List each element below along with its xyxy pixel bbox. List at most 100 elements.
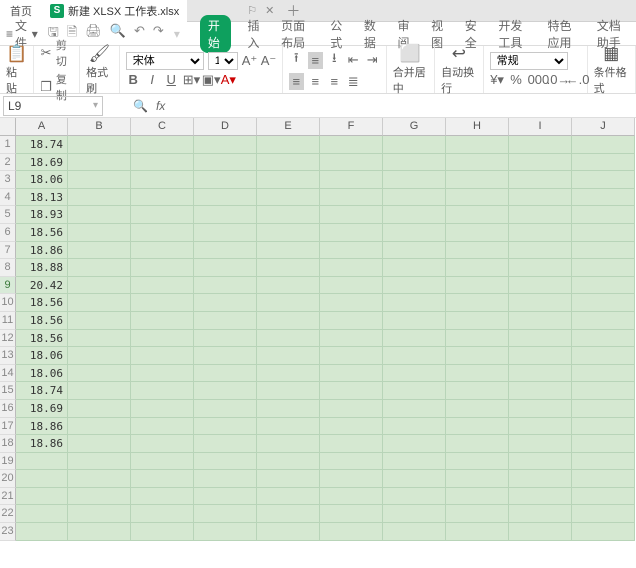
cell[interactable] (320, 224, 383, 242)
cell[interactable] (68, 224, 131, 242)
align-middle-icon[interactable]: ≡ (308, 52, 323, 69)
cell[interactable] (257, 400, 320, 418)
cell[interactable] (572, 347, 635, 365)
cell[interactable] (383, 259, 446, 277)
cell[interactable] (383, 277, 446, 295)
row-header[interactable]: 20 (0, 470, 16, 488)
col-header[interactable]: J (572, 118, 635, 136)
cell[interactable] (572, 382, 635, 400)
cell[interactable] (68, 171, 131, 189)
row-header[interactable]: 16 (0, 400, 16, 418)
cell[interactable] (131, 259, 194, 277)
cell[interactable]: 18.86 (16, 435, 68, 453)
cell[interactable] (68, 470, 131, 488)
cell[interactable] (131, 242, 194, 260)
cell[interactable] (320, 523, 383, 541)
cell[interactable] (257, 224, 320, 242)
cell[interactable] (509, 189, 572, 207)
align-right-icon[interactable]: ≡ (327, 74, 342, 89)
cell[interactable] (383, 488, 446, 506)
cell[interactable] (68, 453, 131, 471)
row-header[interactable]: 7 (0, 242, 16, 260)
cell[interactable] (68, 488, 131, 506)
cell[interactable] (68, 277, 131, 295)
cell[interactable]: 18.74 (16, 382, 68, 400)
cell[interactable] (194, 242, 257, 260)
cell[interactable] (68, 365, 131, 383)
cell[interactable] (572, 435, 635, 453)
cell[interactable] (257, 136, 320, 154)
cell[interactable] (68, 435, 131, 453)
cell[interactable] (572, 453, 635, 471)
cell[interactable] (131, 154, 194, 172)
cell[interactable] (572, 242, 635, 260)
cell[interactable] (131, 294, 194, 312)
cell[interactable] (509, 224, 572, 242)
cell[interactable] (383, 330, 446, 348)
cell[interactable] (131, 312, 194, 330)
decrease-indent-icon[interactable]: ⇤ (346, 52, 361, 68)
cell[interactable] (320, 470, 383, 488)
cell[interactable] (446, 330, 509, 348)
cell[interactable] (572, 470, 635, 488)
cell[interactable] (194, 365, 257, 383)
cell[interactable] (572, 136, 635, 154)
cell[interactable] (320, 154, 383, 172)
print-preview-icon[interactable]: 🔍 (110, 23, 126, 45)
cell[interactable] (194, 136, 257, 154)
print-icon[interactable]: 🖨 (85, 23, 102, 45)
cell[interactable] (572, 224, 635, 242)
cell[interactable] (383, 382, 446, 400)
cell[interactable] (446, 347, 509, 365)
cell[interactable] (257, 171, 320, 189)
cell[interactable] (194, 206, 257, 224)
cell[interactable] (320, 330, 383, 348)
cell[interactable] (257, 294, 320, 312)
cell[interactable] (131, 505, 194, 523)
cell[interactable] (383, 154, 446, 172)
cell[interactable] (446, 154, 509, 172)
cell[interactable] (446, 259, 509, 277)
cell[interactable] (509, 470, 572, 488)
cell[interactable] (509, 505, 572, 523)
cell[interactable] (572, 400, 635, 418)
cell[interactable] (131, 365, 194, 383)
row-header[interactable]: 10 (0, 294, 16, 312)
cell[interactable] (509, 382, 572, 400)
cell[interactable] (194, 470, 257, 488)
cell[interactable] (257, 312, 320, 330)
cell[interactable] (320, 365, 383, 383)
cell[interactable] (131, 400, 194, 418)
cell[interactable]: 18.69 (16, 154, 68, 172)
row-header[interactable]: 13 (0, 347, 16, 365)
cell[interactable] (68, 294, 131, 312)
cell[interactable] (257, 470, 320, 488)
bold-button[interactable]: B (126, 72, 141, 87)
cell[interactable] (509, 154, 572, 172)
cell[interactable]: 18.13 (16, 189, 68, 207)
cell[interactable] (131, 418, 194, 436)
cell[interactable] (509, 347, 572, 365)
cell[interactable] (572, 418, 635, 436)
row-header[interactable]: 2 (0, 154, 16, 172)
cell[interactable] (446, 206, 509, 224)
cell[interactable] (131, 330, 194, 348)
cell[interactable]: 18.06 (16, 365, 68, 383)
cell[interactable] (383, 400, 446, 418)
cell[interactable] (446, 294, 509, 312)
cell[interactable] (68, 382, 131, 400)
cell[interactable] (509, 136, 572, 154)
cell[interactable] (257, 435, 320, 453)
cell[interactable] (68, 523, 131, 541)
cell[interactable] (257, 189, 320, 207)
cell[interactable] (131, 382, 194, 400)
select-all-corner[interactable] (0, 118, 16, 136)
cell[interactable] (320, 347, 383, 365)
cell[interactable] (320, 206, 383, 224)
cell[interactable] (383, 505, 446, 523)
col-header[interactable]: D (194, 118, 257, 136)
cell[interactable] (509, 400, 572, 418)
decrease-decimal-icon[interactable]: ←.0 (566, 72, 581, 87)
cell[interactable] (131, 453, 194, 471)
conditional-format-button[interactable]: ▦ 条件格式 (588, 46, 636, 93)
